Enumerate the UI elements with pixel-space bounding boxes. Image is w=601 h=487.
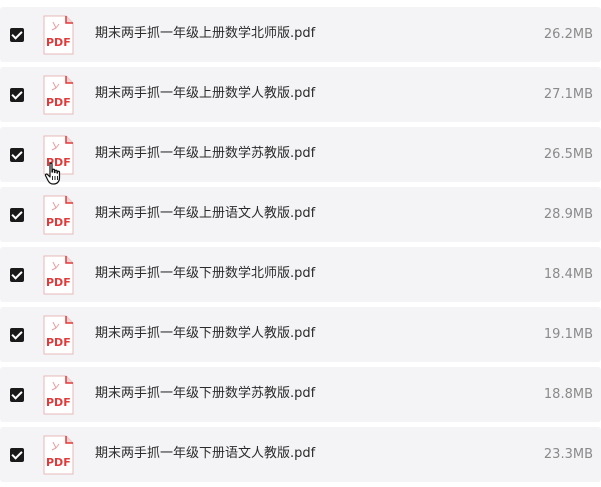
- file-row[interactable]: PDF 期末两手抓一年级下册语文人教版.pdf 23.3MB: [0, 427, 601, 482]
- pdf-icon: PDF: [42, 315, 74, 355]
- file-size: 18.4MB: [543, 267, 593, 282]
- file-row[interactable]: PDF 期末两手抓一年级下册数学苏教版.pdf 18.8MB: [0, 367, 601, 422]
- pdf-icon: PDF: [42, 435, 74, 475]
- file-size: 23.3MB: [543, 447, 593, 462]
- pdf-icon: PDF: [42, 255, 74, 295]
- file-size: 18.8MB: [543, 387, 593, 402]
- svg-text:PDF: PDF: [46, 36, 71, 49]
- file-name[interactable]: 期末两手抓一年级下册数学苏教版.pdf: [95, 386, 315, 402]
- file-name[interactable]: 期末两手抓一年级上册数学苏教版.pdf: [95, 146, 315, 162]
- svg-text:PDF: PDF: [46, 216, 71, 229]
- file-size: 26.2MB: [543, 27, 593, 42]
- svg-text:PDF: PDF: [46, 156, 71, 169]
- svg-text:PDF: PDF: [46, 456, 71, 469]
- file-size: 19.1MB: [543, 327, 593, 342]
- checkbox-checked[interactable]: [10, 208, 24, 222]
- svg-text:PDF: PDF: [46, 276, 71, 289]
- file-row[interactable]: PDF 期末两手抓一年级上册数学人教版.pdf 27.1MB: [0, 67, 601, 122]
- checkbox-checked[interactable]: [10, 148, 24, 162]
- file-row[interactable]: PDF 期末两手抓一年级上册语文人教版.pdf 28.9MB: [0, 187, 601, 242]
- pdf-icon: PDF: [42, 135, 74, 175]
- file-size: 26.5MB: [543, 147, 593, 162]
- file-name[interactable]: 期末两手抓一年级上册数学人教版.pdf: [95, 86, 315, 102]
- svg-text:PDF: PDF: [46, 336, 71, 349]
- pdf-icon: PDF: [42, 75, 74, 115]
- file-row[interactable]: PDF 期末两手抓一年级上册数学北师版.pdf 26.2MB: [0, 7, 601, 62]
- file-list: PDF 期末两手抓一年级上册数学北师版.pdf 26.2MB PDF 期末两手抓…: [0, 7, 601, 487]
- file-name[interactable]: 期末两手抓一年级上册语文人教版.pdf: [95, 206, 315, 222]
- checkbox-checked[interactable]: [10, 328, 24, 342]
- file-row[interactable]: PDF 期末两手抓一年级下册数学北师版.pdf 18.4MB: [0, 247, 601, 302]
- checkbox-checked[interactable]: [10, 268, 24, 282]
- svg-text:PDF: PDF: [46, 396, 71, 409]
- file-row[interactable]: PDF 期末两手抓一年级上册数学苏教版.pdf 26.5MB: [0, 127, 601, 182]
- file-name[interactable]: 期末两手抓一年级下册数学人教版.pdf: [95, 326, 315, 342]
- file-row[interactable]: PDF 期末两手抓一年级下册数学人教版.pdf 19.1MB: [0, 307, 601, 362]
- checkbox-checked[interactable]: [10, 448, 24, 462]
- file-name[interactable]: 期末两手抓一年级下册数学北师版.pdf: [95, 266, 315, 282]
- checkbox-checked[interactable]: [10, 388, 24, 402]
- checkbox-checked[interactable]: [10, 88, 24, 102]
- checkbox-checked[interactable]: [10, 28, 24, 42]
- file-name[interactable]: 期末两手抓一年级下册语文人教版.pdf: [95, 446, 315, 462]
- file-size: 28.9MB: [543, 207, 593, 222]
- file-size: 27.1MB: [543, 87, 593, 102]
- pdf-icon: PDF: [42, 15, 74, 55]
- svg-text:PDF: PDF: [46, 96, 71, 109]
- pdf-icon: PDF: [42, 195, 74, 235]
- file-name[interactable]: 期末两手抓一年级上册数学北师版.pdf: [95, 26, 315, 42]
- pdf-icon: PDF: [42, 375, 74, 415]
